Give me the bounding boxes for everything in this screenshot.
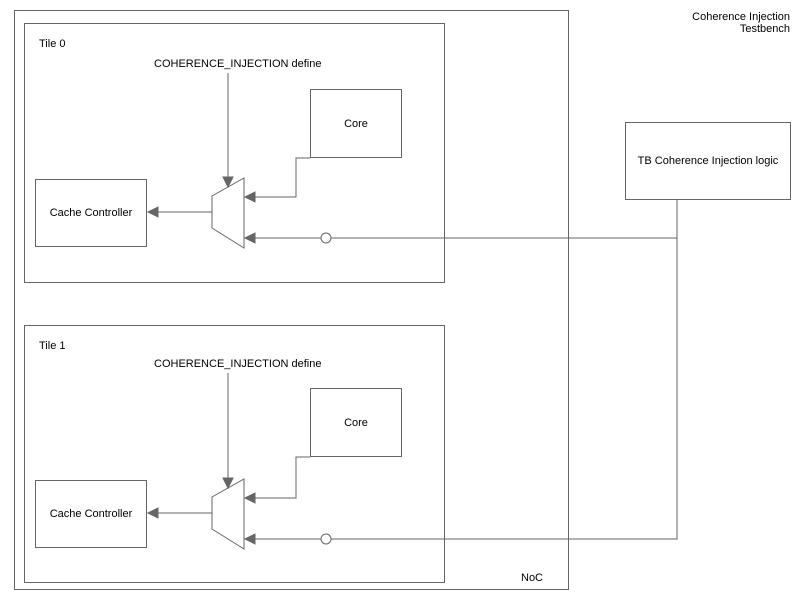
tile0-cache-block: Cache Controller [35,179,147,247]
tile0-define-label: COHERENCE_INJECTION define [154,58,322,70]
tb-coherence-block: TB Coherence Injection logic [625,122,791,200]
tile1-core-label: Core [344,417,368,429]
tile1-define-label: COHERENCE_INJECTION define [154,358,322,370]
tile1-title: Tile 1 [39,340,66,352]
tb-coherence-label: TB Coherence Injection logic [638,155,779,167]
tile1-core-block: Core [310,388,402,457]
tile0-title: Tile 0 [39,38,66,50]
diagram-canvas: NoC Coherence Injection Testbench TB Coh… [0,0,800,607]
tile1-cache-label: Cache Controller [50,508,133,520]
noc-label: NoC [521,572,543,584]
diagram-title: Coherence Injection Testbench [686,11,790,35]
tile0-core-label: Core [344,118,368,130]
tile0-core-block: Core [310,89,402,158]
tile0-cache-label: Cache Controller [50,207,133,219]
tile1-cache-block: Cache Controller [35,480,147,548]
